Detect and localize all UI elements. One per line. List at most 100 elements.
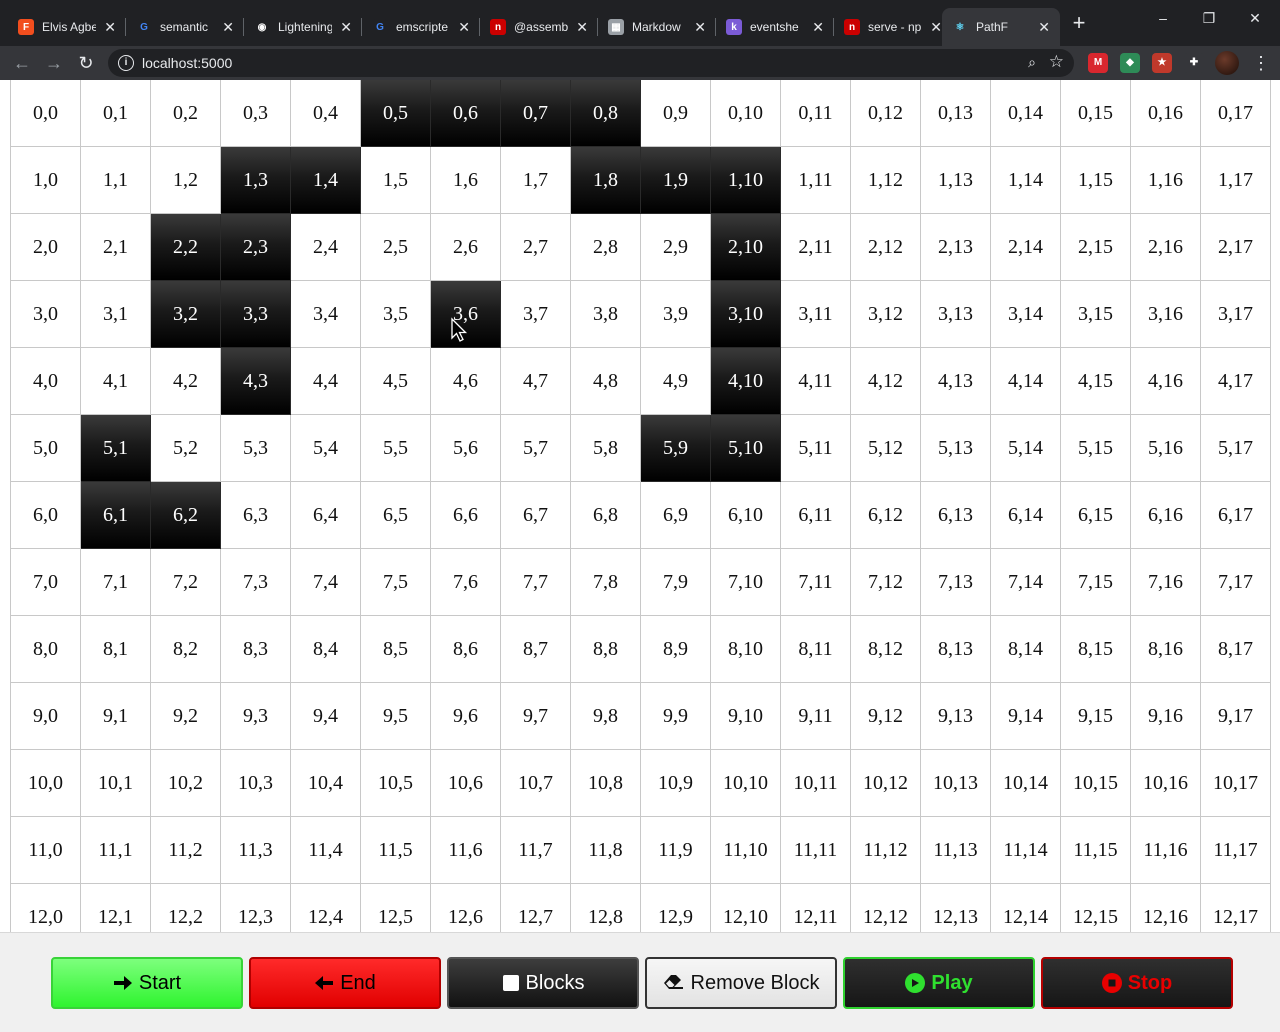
grid-cell[interactable]: 4,15 xyxy=(1061,348,1131,415)
grid-cell[interactable]: 2,5 xyxy=(361,214,431,281)
grid-cell[interactable]: 6,15 xyxy=(1061,482,1131,549)
grid-cell-block[interactable]: 1,10 xyxy=(711,147,781,214)
grid-cell[interactable]: 12,10 xyxy=(711,884,781,932)
grid-cell[interactable]: 5,0 xyxy=(11,415,81,482)
grid-cell[interactable]: 7,11 xyxy=(781,549,851,616)
stop-button[interactable]: Stop xyxy=(1041,957,1233,1009)
grid-cell[interactable]: 5,8 xyxy=(571,415,641,482)
grid-cell[interactable]: 12,11 xyxy=(781,884,851,932)
grid-cell[interactable]: 0,11 xyxy=(781,80,851,147)
grid-cell[interactable]: 8,2 xyxy=(151,616,221,683)
grid-cell[interactable]: 3,17 xyxy=(1201,281,1271,348)
zoom-icon[interactable]: ⌕ xyxy=(1028,54,1036,71)
grid-cell[interactable]: 9,8 xyxy=(571,683,641,750)
grid-cell-block[interactable]: 6,2 xyxy=(151,482,221,549)
grid-cell[interactable]: 8,7 xyxy=(501,616,571,683)
grid-cell[interactable]: 10,6 xyxy=(431,750,501,817)
grid-cell[interactable]: 7,10 xyxy=(711,549,781,616)
grid-cell[interactable]: 7,4 xyxy=(291,549,361,616)
grid-cell[interactable]: 10,17 xyxy=(1201,750,1271,817)
remove-block-button[interactable]: Remove Block xyxy=(645,957,837,1009)
grid-cell[interactable]: 4,16 xyxy=(1131,348,1201,415)
grid-cell[interactable]: 5,14 xyxy=(991,415,1061,482)
grid-cell[interactable]: 6,0 xyxy=(11,482,81,549)
grid-cell[interactable]: 1,6 xyxy=(431,147,501,214)
grid-cell[interactable]: 3,0 xyxy=(11,281,81,348)
grid-cell[interactable]: 5,7 xyxy=(501,415,571,482)
grid-cell[interactable]: 9,16 xyxy=(1131,683,1201,750)
grid-cell[interactable]: 3,15 xyxy=(1061,281,1131,348)
grid-cell[interactable]: 1,2 xyxy=(151,147,221,214)
grid-cell[interactable]: 12,12 xyxy=(851,884,921,932)
play-button[interactable]: Play xyxy=(843,957,1035,1009)
grid-cell[interactable]: 9,4 xyxy=(291,683,361,750)
grid-cell[interactable]: 1,0 xyxy=(11,147,81,214)
grid-cell[interactable]: 3,1 xyxy=(81,281,151,348)
browser-tab[interactable]: ▦ Markdow ✕ xyxy=(598,8,716,46)
grid-cell[interactable]: 2,0 xyxy=(11,214,81,281)
grid-cell[interactable]: 10,7 xyxy=(501,750,571,817)
grid-cell[interactable]: 12,15 xyxy=(1061,884,1131,932)
grid-cell[interactable]: 6,17 xyxy=(1201,482,1271,549)
grid-cell[interactable]: 9,12 xyxy=(851,683,921,750)
grid-cell[interactable]: 12,2 xyxy=(151,884,221,932)
grid-cell[interactable]: 6,16 xyxy=(1131,482,1201,549)
grid-cell[interactable]: 5,5 xyxy=(361,415,431,482)
grid-cell-block[interactable]: 5,9 xyxy=(641,415,711,482)
grid-cell[interactable]: 6,9 xyxy=(641,482,711,549)
grid-cell[interactable]: 0,16 xyxy=(1131,80,1201,147)
grid-cell[interactable]: 8,9 xyxy=(641,616,711,683)
grid-cell[interactable]: 12,8 xyxy=(571,884,641,932)
grid-cell[interactable]: 7,12 xyxy=(851,549,921,616)
grid-cell[interactable]: 8,13 xyxy=(921,616,991,683)
grid-cell[interactable]: 1,15 xyxy=(1061,147,1131,214)
grid-cell[interactable]: 3,12 xyxy=(851,281,921,348)
grid-cell[interactable]: 11,14 xyxy=(991,817,1061,884)
grid-cell[interactable]: 8,17 xyxy=(1201,616,1271,683)
bookmark-star-icon[interactable]: ☆ xyxy=(1049,52,1064,72)
grid-cell[interactable]: 9,1 xyxy=(81,683,151,750)
grid-cell[interactable]: 3,13 xyxy=(921,281,991,348)
grid-cell[interactable]: 8,11 xyxy=(781,616,851,683)
grid-cell[interactable]: 5,11 xyxy=(781,415,851,482)
grid-cell-block[interactable]: 2,10 xyxy=(711,214,781,281)
new-tab-button[interactable]: + xyxy=(1068,12,1090,34)
end-button[interactable]: End xyxy=(249,957,441,1009)
grid-cell[interactable]: 3,7 xyxy=(501,281,571,348)
reload-icon[interactable]: ↻ xyxy=(74,51,98,75)
url-text[interactable]: localhost:5000 xyxy=(142,55,232,71)
grid-cell[interactable]: 10,2 xyxy=(151,750,221,817)
grid-cell[interactable]: 10,15 xyxy=(1061,750,1131,817)
back-icon[interactable]: ← xyxy=(10,51,34,75)
grid-cell[interactable]: 4,9 xyxy=(641,348,711,415)
forward-icon[interactable]: → xyxy=(42,51,66,75)
grid-cell[interactable]: 12,6 xyxy=(431,884,501,932)
grid-cell[interactable]: 11,17 xyxy=(1201,817,1271,884)
grid-cell[interactable]: 5,3 xyxy=(221,415,291,482)
green-extension-icon[interactable]: ◆ xyxy=(1120,53,1140,73)
grid-cell[interactable]: 12,0 xyxy=(11,884,81,932)
grid-cell[interactable]: 11,11 xyxy=(781,817,851,884)
grid-cell[interactable]: 2,6 xyxy=(431,214,501,281)
grid-cell[interactable]: 8,1 xyxy=(81,616,151,683)
grid-cell[interactable]: 6,8 xyxy=(571,482,641,549)
grid-cell[interactable]: 1,16 xyxy=(1131,147,1201,214)
grid-cell[interactable]: 5,2 xyxy=(151,415,221,482)
grid-cell-block[interactable]: 3,3 xyxy=(221,281,291,348)
grid-cell[interactable]: 4,5 xyxy=(361,348,431,415)
grid-cell[interactable]: 11,0 xyxy=(11,817,81,884)
grid-cell[interactable]: 1,13 xyxy=(921,147,991,214)
grid-cell[interactable]: 1,11 xyxy=(781,147,851,214)
grid-cell-block[interactable]: 2,2 xyxy=(151,214,221,281)
grid-cell[interactable]: 8,14 xyxy=(991,616,1061,683)
grid-cell[interactable]: 6,13 xyxy=(921,482,991,549)
grid-cell[interactable]: 6,4 xyxy=(291,482,361,549)
grid-cell[interactable]: 0,17 xyxy=(1201,80,1271,147)
grid-cell[interactable]: 4,7 xyxy=(501,348,571,415)
grid-cell[interactable]: 7,17 xyxy=(1201,549,1271,616)
grid-cell[interactable]: 8,5 xyxy=(361,616,431,683)
grid-cell[interactable]: 7,16 xyxy=(1131,549,1201,616)
grid-cell-block[interactable]: 5,10 xyxy=(711,415,781,482)
grid-cell[interactable]: 10,13 xyxy=(921,750,991,817)
grid-cell[interactable]: 7,6 xyxy=(431,549,501,616)
